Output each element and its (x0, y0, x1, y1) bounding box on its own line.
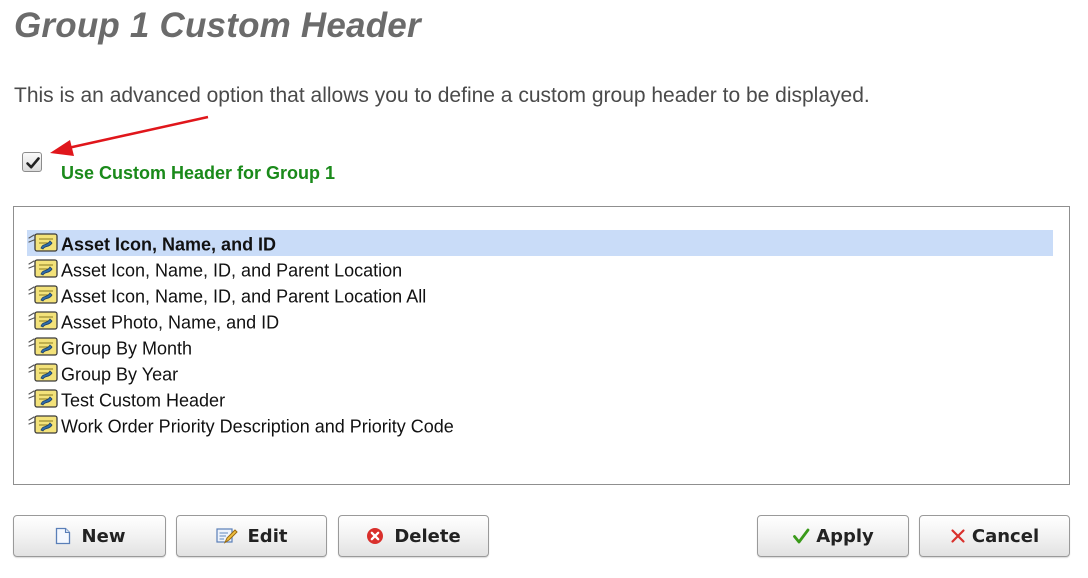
list-item[interactable]: Group By Month (27, 334, 1053, 360)
delete-button[interactable]: Delete (338, 515, 489, 557)
checkmark-icon (792, 527, 810, 545)
edit-icon (215, 527, 238, 545)
use-custom-header-label[interactable]: Use Custom Header for Group 1 (61, 163, 335, 184)
custom-header-list-items: Asset Icon, Name, and ID Asset Icon, Name… (27, 230, 1053, 438)
new-document-icon (54, 527, 72, 545)
custom-header-icon (27, 361, 61, 383)
custom-header-icon (27, 309, 61, 331)
edit-button[interactable]: Edit (176, 515, 327, 557)
page-title: Group 1 Custom Header (14, 6, 421, 45)
list-item[interactable]: Work Order Priority Description and Prio… (27, 412, 1053, 438)
custom-header-icon (27, 257, 61, 279)
list-item-label: Asset Icon, Name, ID, and Parent Locatio… (61, 286, 427, 307)
list-item-label: Group By Year (61, 364, 179, 385)
list-item[interactable]: Asset Icon, Name, ID, and Parent Locatio… (27, 256, 1053, 282)
custom-header-icon (27, 335, 61, 357)
list-item-label: Group By Month (61, 338, 193, 359)
list-item-label: Asset Icon, Name, ID, and Parent Locatio… (61, 260, 403, 281)
list-item-label: Test Custom Header (61, 390, 226, 411)
edit-button-label: Edit (247, 525, 288, 547)
custom-header-list[interactable]: Asset Icon, Name, and ID Asset Icon, Name… (13, 206, 1070, 485)
list-item-label: Asset Photo, Name, and ID (61, 312, 280, 333)
list-item[interactable]: Group By Year (27, 360, 1053, 386)
list-item-label: Work Order Priority Description and Prio… (61, 416, 454, 437)
delete-button-label: Delete (394, 525, 461, 547)
new-button-label: New (81, 525, 126, 547)
checkmark-icon (26, 157, 40, 169)
new-button[interactable]: New (13, 515, 166, 557)
apply-button[interactable]: Apply (757, 515, 909, 557)
custom-header-option: Use Custom Header for Group 1 (22, 152, 442, 186)
custom-header-icon (27, 283, 61, 305)
cancel-button[interactable]: Cancel (919, 515, 1070, 557)
custom-header-icon (27, 231, 61, 253)
use-custom-header-checkbox[interactable] (22, 152, 42, 172)
delete-icon (366, 527, 384, 545)
list-item[interactable]: Asset Photo, Name, and ID (27, 308, 1053, 334)
page-description: This is an advanced option that allows y… (14, 84, 870, 107)
cancel-button-label: Cancel (971, 525, 1040, 547)
apply-button-label: Apply (816, 525, 874, 547)
list-item[interactable]: Test Custom Header (27, 386, 1053, 412)
list-item-label: Asset Icon, Name, and ID (61, 234, 277, 255)
list-item[interactable]: Asset Icon, Name, ID, and Parent Locatio… (27, 282, 1053, 308)
list-item[interactable]: Asset Icon, Name, and ID (27, 230, 1053, 256)
custom-header-icon (27, 413, 61, 435)
close-icon (950, 528, 966, 544)
custom-header-icon (27, 387, 61, 409)
